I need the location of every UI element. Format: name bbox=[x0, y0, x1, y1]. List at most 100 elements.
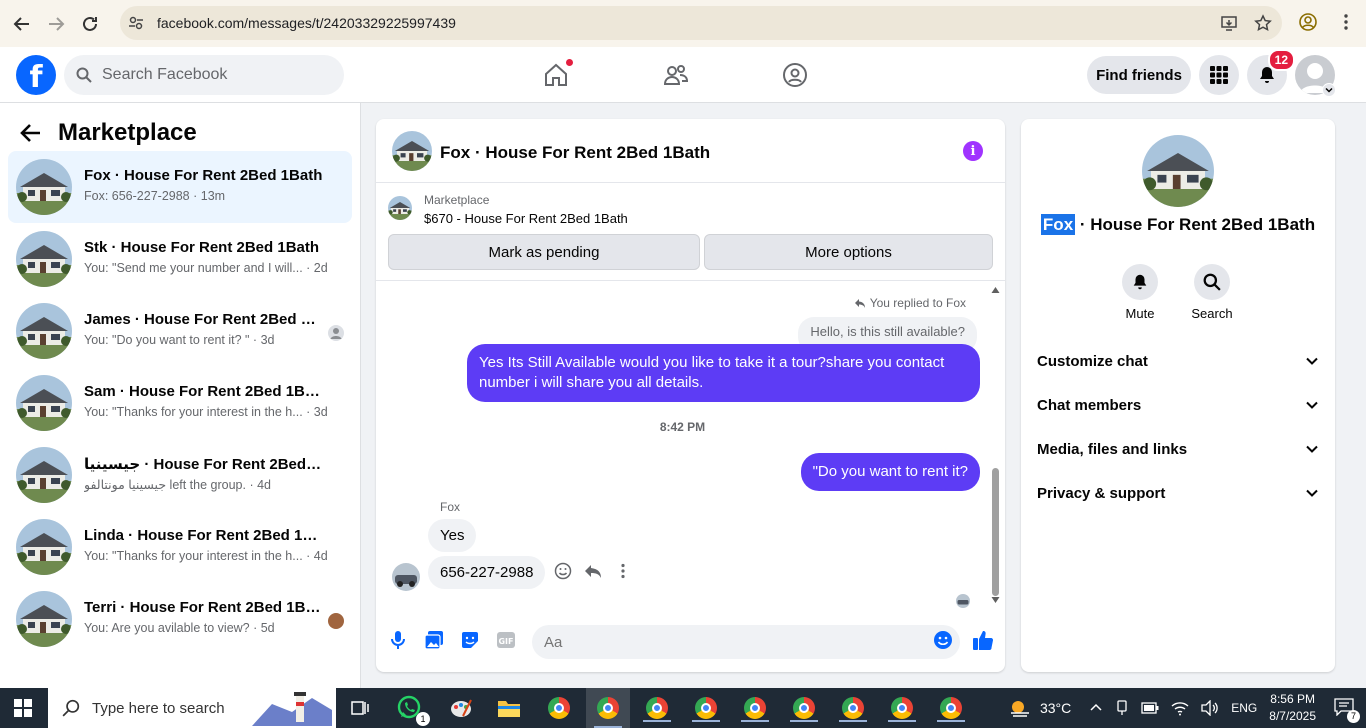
sender-avatar[interactable] bbox=[392, 563, 420, 591]
address-bar[interactable]: facebook.com/messages/t/2420332922599743… bbox=[120, 6, 1282, 40]
taskbar-search-input[interactable]: Type here to search bbox=[48, 688, 336, 728]
chat-panel: Fox · House For Rent 2Bed 1Bath i Market… bbox=[376, 119, 1005, 672]
facebook-search-input[interactable]: Search Facebook bbox=[64, 55, 344, 95]
incoming-message[interactable]: Yes bbox=[428, 519, 477, 552]
home-icon[interactable] bbox=[542, 58, 574, 89]
react-emoji-icon[interactable] bbox=[554, 562, 572, 580]
chrome-window-icon[interactable] bbox=[545, 694, 573, 722]
input-language[interactable]: ENG bbox=[1231, 701, 1257, 715]
sidebar-title: Marketplace bbox=[58, 119, 197, 146]
notifications-bell-icon[interactable]: 12 bbox=[1247, 49, 1295, 95]
facebook-logo-icon[interactable]: f bbox=[16, 55, 56, 95]
url-text[interactable]: facebook.com/messages/t/2420332922599743… bbox=[157, 15, 456, 31]
search-icon bbox=[1194, 264, 1230, 300]
mark-as-pending-button[interactable]: Mark as pending bbox=[388, 234, 700, 270]
groups-icon[interactable] bbox=[781, 61, 809, 89]
scroll-down-icon[interactable] bbox=[991, 596, 1000, 604]
conversation-item[interactable]: James · House For Rent 2Bed 1B... You: "… bbox=[8, 295, 352, 367]
task-view-icon[interactable] bbox=[346, 694, 374, 722]
browser-toolbar: facebook.com/messages/t/2420332922599743… bbox=[0, 0, 1366, 47]
incoming-message[interactable]: 656-227-2988 bbox=[428, 556, 546, 589]
taskbar-search-placeholder: Type here to search bbox=[92, 699, 225, 717]
site-settings-icon[interactable] bbox=[128, 15, 144, 31]
chrome-window-icon[interactable] bbox=[692, 694, 720, 722]
chat-members-row[interactable]: Chat members bbox=[1037, 383, 1319, 427]
listing-title[interactable]: $670 - House For Rent 2Bed 1Bath bbox=[424, 211, 628, 226]
info-icon[interactable]: i bbox=[963, 141, 983, 161]
message-input[interactable] bbox=[532, 625, 960, 659]
clock[interactable]: 8:56 PM 8/7/2025 bbox=[1269, 691, 1316, 725]
chrome-window-icon[interactable] bbox=[839, 694, 867, 722]
sticker-icon[interactable] bbox=[458, 628, 482, 652]
media-files-links-row[interactable]: Media, files and links bbox=[1037, 427, 1319, 471]
chrome-window-icon[interactable] bbox=[937, 694, 965, 722]
paint-app-icon[interactable] bbox=[447, 694, 475, 722]
reply-arrow-icon[interactable] bbox=[584, 562, 602, 580]
like-thumbs-up-icon[interactable] bbox=[971, 628, 995, 652]
file-explorer-icon[interactable] bbox=[495, 694, 523, 722]
listing-mini-thumbnail[interactable] bbox=[388, 196, 412, 220]
search-conversation-button[interactable]: Search bbox=[1182, 264, 1242, 321]
forward-icon[interactable] bbox=[44, 12, 68, 36]
conversation-avatar[interactable] bbox=[1142, 135, 1214, 207]
marketplace-listing-strip: Marketplace $670 - House For Rent 2Bed 1… bbox=[376, 183, 1005, 281]
scroll-up-icon[interactable] bbox=[991, 286, 1000, 294]
account-chevron-down-icon[interactable] bbox=[1322, 83, 1336, 97]
reload-icon[interactable] bbox=[78, 12, 102, 36]
back-arrow-icon[interactable] bbox=[20, 122, 42, 144]
photo-gallery-icon[interactable] bbox=[422, 628, 446, 652]
chrome-window-icon[interactable] bbox=[790, 694, 818, 722]
more-options-button[interactable]: More options bbox=[704, 234, 993, 270]
reply-icon bbox=[854, 299, 865, 308]
whatsapp-badge: 1 bbox=[416, 712, 430, 726]
scroll-thumb[interactable] bbox=[992, 468, 999, 596]
outgoing-message[interactable]: "Do you want to rent it? bbox=[800, 453, 980, 491]
install-app-icon[interactable] bbox=[1220, 14, 1238, 32]
profile-icon[interactable] bbox=[1298, 12, 1318, 32]
chat-listing-thumbnail[interactable] bbox=[392, 131, 432, 171]
show-hidden-icons-chevron-up-icon[interactable] bbox=[1089, 701, 1103, 715]
conversation-preview: You: "Thanks for your interest in the h.… bbox=[84, 549, 328, 563]
mute-button[interactable]: Mute bbox=[1110, 264, 1170, 321]
back-icon[interactable] bbox=[10, 12, 34, 36]
browser-menu-icon[interactable] bbox=[1336, 12, 1356, 32]
conversation-item[interactable]: Terri · House For Rent 2Bed 1Bath You: A… bbox=[8, 583, 352, 655]
replied-indicator: You replied to Fox bbox=[854, 296, 966, 310]
volume-icon[interactable] bbox=[1201, 700, 1219, 716]
weather-widget[interactable]: 33°C bbox=[1008, 697, 1071, 719]
wifi-icon[interactable] bbox=[1171, 700, 1189, 716]
battery-icon[interactable] bbox=[1141, 702, 1159, 714]
bookmark-star-icon[interactable] bbox=[1254, 14, 1272, 32]
privacy-support-row[interactable]: Privacy & support bbox=[1037, 471, 1319, 515]
microphone-icon[interactable] bbox=[386, 628, 410, 652]
emoji-icon[interactable] bbox=[931, 628, 955, 652]
chat-title[interactable]: Fox · House For Rent 2Bed 1Bath bbox=[440, 143, 710, 163]
conversation-item[interactable]: Fox · House For Rent 2Bed 1Bath Fox: 656… bbox=[8, 151, 352, 223]
more-vertical-icon[interactable] bbox=[614, 562, 632, 580]
conversation-item[interactable]: جيسينيا · House For Rent 2Bed 1Bath جيسي… bbox=[8, 439, 352, 511]
customize-chat-row[interactable]: Customize chat bbox=[1037, 339, 1319, 383]
chrome-window-icon[interactable] bbox=[741, 694, 769, 722]
chrome-window-icon[interactable] bbox=[643, 694, 671, 722]
conversation-item[interactable]: Stk · House For Rent 2Bed 1Bath You: "Se… bbox=[8, 223, 352, 295]
menu-grid-icon[interactable] bbox=[1199, 55, 1239, 95]
windows-start-icon[interactable] bbox=[14, 699, 32, 722]
conversation-preview: Fox: 656-227-2988 · 13m bbox=[84, 189, 226, 203]
chrome-window-icon-active[interactable] bbox=[586, 688, 630, 728]
seen-receipt-avatar bbox=[956, 594, 970, 608]
clock-date: 8/7/2025 bbox=[1269, 709, 1316, 723]
chrome-window-icon[interactable] bbox=[888, 694, 916, 722]
find-friends-button[interactable]: Find friends bbox=[1087, 56, 1191, 94]
message-scrollbar[interactable] bbox=[990, 286, 1000, 604]
gif-icon[interactable]: GIF bbox=[494, 628, 518, 652]
action-center-icon[interactable]: 7 bbox=[1334, 697, 1360, 723]
listing-thumbnail bbox=[16, 231, 72, 287]
conversation-item[interactable]: Sam · House For Rent 2Bed 1Bath You: "Th… bbox=[8, 367, 352, 439]
friends-icon[interactable] bbox=[662, 61, 690, 89]
conversation-item[interactable]: Linda · House For Rent 2Bed 1Bath You: "… bbox=[8, 511, 352, 583]
svg-text:GIF: GIF bbox=[498, 637, 513, 646]
usb-device-icon[interactable] bbox=[1115, 700, 1129, 716]
chevron-down-icon bbox=[1306, 401, 1318, 409]
whatsapp-icon[interactable]: 1 bbox=[396, 694, 430, 726]
outgoing-message[interactable]: Yes Its Still Available would you like t… bbox=[467, 344, 980, 402]
